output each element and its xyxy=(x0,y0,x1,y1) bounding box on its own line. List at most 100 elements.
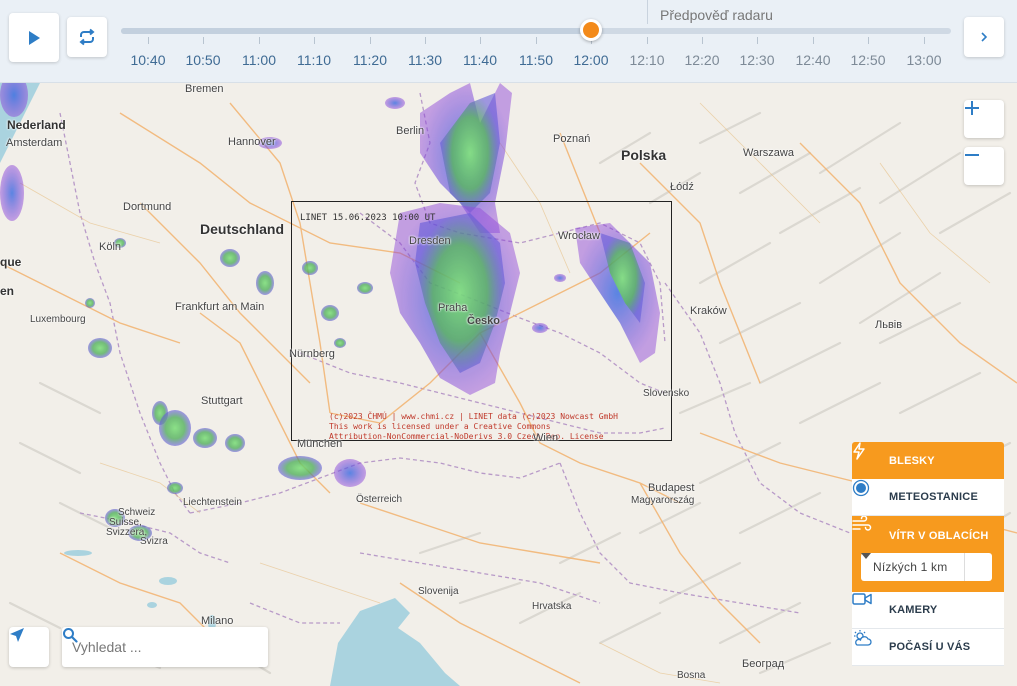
place-praha: Praha xyxy=(438,302,468,314)
minus-icon xyxy=(965,154,979,156)
timeline-time-label[interactable]: 12:50 xyxy=(843,52,893,68)
wind-altitude-value: Nízkých 1 km xyxy=(873,560,948,574)
place-beograd: Београд xyxy=(742,658,785,670)
layer-cameras-toggle[interactable]: Kamery xyxy=(852,592,1004,629)
play-button[interactable] xyxy=(9,13,59,62)
camera-icon xyxy=(852,593,881,620)
timeline-track[interactable] xyxy=(121,28,951,34)
layer-lightning-label: Blesky xyxy=(889,454,935,467)
place-amsterdam: Amsterdam xyxy=(6,137,63,149)
place-polska: Polska xyxy=(621,147,667,163)
place-wroclaw: Wrocław xyxy=(558,230,600,242)
loop-button[interactable] xyxy=(67,17,107,57)
timeline-tick xyxy=(813,37,814,44)
place-lodz: Łódź xyxy=(670,181,694,193)
map-canvas[interactable]: LINET 15.06.2023 10:00 UT (c)2023 ČHMÚ |… xyxy=(0,83,1017,686)
wind-altitude-select[interactable]: Nízkých 1 km xyxy=(861,553,992,581)
place-dresden: Dresden xyxy=(409,235,451,247)
search-icon[interactable] xyxy=(62,627,78,643)
place-luxembourg: Luxembourg xyxy=(30,314,86,325)
place-deutschland: Deutschland xyxy=(200,221,285,237)
place-berlin: Berlin xyxy=(396,125,425,137)
place-svizra: Svizra xyxy=(140,536,168,547)
timeline-tick xyxy=(370,37,371,44)
repeat-icon xyxy=(79,28,95,46)
station-icon xyxy=(852,479,881,507)
place-lviv: Львів xyxy=(875,319,903,331)
timeline-thumb[interactable] xyxy=(580,19,602,41)
timeline-time-label[interactable]: 11:40 xyxy=(455,52,505,68)
wind-icon xyxy=(852,516,881,546)
place-liechtenstein: Liechtenstein xyxy=(183,497,242,508)
place-frankfurt: Frankfurt am Main xyxy=(175,301,265,313)
search-input[interactable] xyxy=(62,627,232,667)
place-en: en xyxy=(0,284,15,298)
timeline-time-label[interactable]: 12:00 xyxy=(566,52,616,68)
forecast-separator xyxy=(647,0,648,24)
caret-down-icon xyxy=(861,553,992,581)
layer-cameras-label: Kamery xyxy=(889,604,938,616)
timeline-time-label[interactable]: 10:50 xyxy=(178,52,228,68)
place-stuttgart: Stuttgart xyxy=(201,395,243,407)
timeline-time-label[interactable]: 12:10 xyxy=(622,52,672,68)
locate-button[interactable] xyxy=(9,627,49,667)
place-bremen: Bremen xyxy=(185,83,224,95)
timeline-tick xyxy=(259,37,260,44)
timeline-time-label[interactable]: 11:10 xyxy=(289,52,339,68)
place-budapest: Budapest xyxy=(648,482,695,494)
place-nurnberg: Nürnberg xyxy=(289,348,335,360)
timeline-time-label[interactable]: 10:40 xyxy=(123,52,173,68)
timeline-time-label[interactable]: 11:20 xyxy=(345,52,395,68)
timeline-tick xyxy=(314,37,315,44)
place-warszawa: Warszawa xyxy=(743,147,794,159)
layer-panel: Blesky Meteostanice Vítr v oblacích Nízk… xyxy=(852,442,1004,666)
timeline-tick xyxy=(868,37,869,44)
timeline-tick xyxy=(536,37,537,44)
place-magyarorszag: Magyarország xyxy=(631,495,695,506)
place-krakow: Kraków xyxy=(690,305,727,317)
layer-stations-toggle[interactable]: Meteostanice xyxy=(852,479,1004,516)
timeline-time-label[interactable]: 13:00 xyxy=(899,52,949,68)
place-hannover: Hannover xyxy=(228,136,276,148)
plus-icon xyxy=(965,101,979,115)
zoom-in-button[interactable] xyxy=(964,100,1004,138)
layer-local-weather-toggle[interactable]: Počasí u vás xyxy=(852,629,1004,666)
radar-app: Předpověď radaru 10:40 10:50 11:00 11:10 11:… xyxy=(0,0,1017,686)
layer-lightning-toggle[interactable]: Blesky xyxy=(852,442,1004,479)
timeline-tick xyxy=(924,37,925,44)
timeline-tick xyxy=(148,37,149,44)
timeline-time-label[interactable]: 11:00 xyxy=(234,52,284,68)
place-poznan: Poznań xyxy=(553,133,591,145)
layer-wind-toggle[interactable]: Vítr v oblacích Nízkých 1 km xyxy=(852,516,1004,592)
timeline-time-label[interactable]: 12:40 xyxy=(788,52,838,68)
timeline-time-label[interactable]: 12:20 xyxy=(677,52,727,68)
timeline-tick xyxy=(647,37,648,44)
place-munchen: München xyxy=(297,438,343,450)
radar-copyright: (c)2023 ČHMÚ | www.chmi.cz | LINET data … xyxy=(329,412,618,441)
timeline-time-label[interactable]: 11:50 xyxy=(511,52,561,68)
place-slovenija: Slovenija xyxy=(418,586,459,597)
lightning-icon xyxy=(853,442,881,471)
timeline-time-label[interactable]: 12:30 xyxy=(732,52,782,68)
place-wien: Wien xyxy=(533,432,559,444)
layer-wind-label: Vítr v oblacích xyxy=(889,530,989,542)
play-icon xyxy=(29,30,40,45)
timeline-time-label[interactable]: 11:30 xyxy=(400,52,450,68)
timeline-tick xyxy=(203,37,204,44)
location-arrow-icon xyxy=(10,628,24,642)
place-bosna: Bosna xyxy=(677,670,706,681)
layer-stations-label: Meteostanice xyxy=(889,491,978,503)
weather-cloud-icon xyxy=(854,630,881,657)
search-box xyxy=(62,627,268,667)
timeline-tick xyxy=(757,37,758,44)
place-hrvatska: Hrvatska xyxy=(532,601,572,612)
place-osterreich: Österreich xyxy=(356,494,403,505)
timeline-progress xyxy=(121,28,591,34)
chevron-right-icon xyxy=(981,32,988,42)
forecast-label: Předpověď radaru xyxy=(660,7,773,23)
timeline-tick xyxy=(425,37,426,44)
zoom-out-button[interactable] xyxy=(964,147,1004,185)
next-button[interactable] xyxy=(964,17,1004,57)
radar-timestamp: LINET 15.06.2023 10:00 UT xyxy=(300,213,436,223)
timeline-bar: Předpověď radaru 10:40 10:50 11:00 11:10 11:… xyxy=(0,0,1017,83)
